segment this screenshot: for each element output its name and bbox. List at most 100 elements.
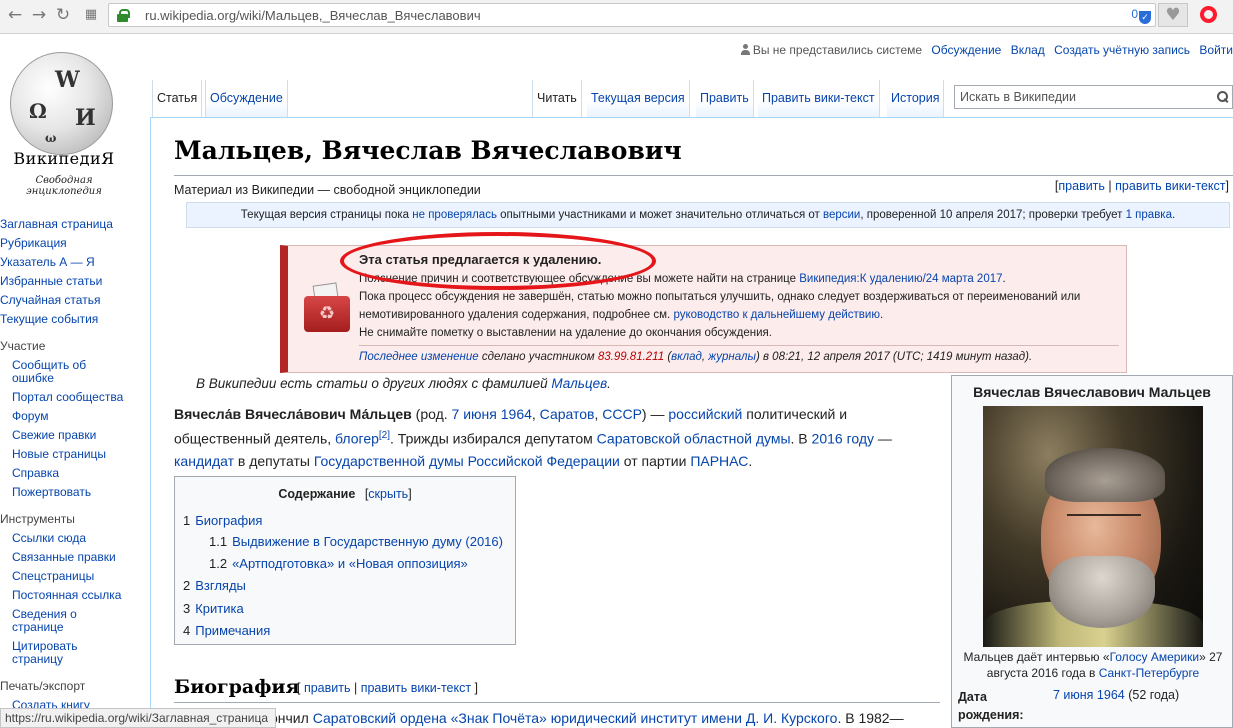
personal-talk-link[interactable]: Обсуждение: [931, 43, 1001, 57]
spb-link[interactable]: Санкт-Петербурге: [1099, 666, 1200, 680]
lead-text-4: ) —: [641, 406, 669, 422]
regional-duma-link[interactable]: Саратовской областной думы: [597, 431, 791, 447]
hatnote-end: .: [607, 376, 611, 391]
tab-article[interactable]: Статья: [152, 80, 203, 117]
year-2016-link[interactable]: 2016 году: [812, 431, 874, 447]
reload-icon[interactable]: ↻: [52, 4, 74, 26]
tab-read[interactable]: Читать: [532, 80, 582, 117]
sidebar-item-donate[interactable]: Пожертвовать: [0, 483, 150, 502]
tab-edit-source[interactable]: Править вики-текст: [758, 80, 880, 117]
tab-history[interactable]: История: [887, 80, 945, 117]
pending-edits-link[interactable]: 1 правка: [1126, 209, 1172, 221]
site-subtitle: Материал из Википедии — свободной энцикл…: [174, 183, 481, 197]
pending-version-link[interactable]: версии: [823, 209, 860, 221]
toc-entry[interactable]: 1.2 «Артподготовка» и «Новая оппозиция»: [209, 556, 468, 571]
toc-entry[interactable]: 1 Биография: [183, 513, 262, 528]
toc-hide-link[interactable]: скрыть: [368, 487, 408, 501]
saratov-link[interactable]: Саратов: [540, 406, 595, 422]
sidebar-item-new-pages[interactable]: Новые страницы: [0, 445, 150, 464]
voa-link[interactable]: Голосу Америки: [1110, 650, 1200, 664]
create-account-link[interactable]: Создать учётную запись: [1054, 43, 1190, 57]
address-bar[interactable]: ru.wikipedia.org/wiki/Мальцев,_Вячеслав_…: [108, 3, 1156, 27]
sidebar-item-help[interactable]: Справка: [0, 464, 150, 483]
sidebar-heading-print[interactable]: Печать/экспорт: [0, 677, 150, 696]
portrait-photo[interactable]: [983, 406, 1203, 647]
toc-link[interactable]: Выдвижение в Государственную думу (2016): [232, 534, 503, 549]
sidebar-item-related-changes[interactable]: Связанные правки: [0, 548, 150, 567]
editor-ip-link[interactable]: 83.99.81.211: [598, 351, 664, 363]
sidebar-item-cite-page[interactable]: Цитировать страницу: [0, 637, 90, 669]
sidebar-item-community-portal[interactable]: Портал сообщества: [0, 388, 150, 407]
sidebar-item-special-pages[interactable]: Спецстраницы: [0, 567, 150, 586]
toc-link[interactable]: Критика: [195, 601, 243, 616]
wikipedia-logo[interactable]: Ω И W ω ВикипедиЯ Свободная энциклопедия: [0, 44, 150, 197]
sidebar-item-index[interactable]: Указатель А — Я: [0, 253, 150, 272]
url-text[interactable]: ru.wikipedia.org/wiki/Мальцев,_Вячеслав_…: [145, 8, 481, 23]
birth-date-link[interactable]: 7 июня 1964: [452, 406, 532, 422]
afd-discussion-link[interactable]: Википедия:К удалению/24 марта 2017: [799, 273, 1002, 285]
toc-link[interactable]: Примечания: [195, 623, 270, 638]
speed-dial-grid-icon[interactable]: ▦: [80, 4, 102, 26]
separator: |: [1104, 179, 1116, 193]
sidebar-item-main-page[interactable]: Заглавная страница: [0, 215, 150, 234]
browser-toolbar: ← → ↻ ▦ ru.wikipedia.org/wiki/Мальцев,_В…: [0, 0, 1233, 34]
sidebar-heading-tools[interactable]: Инструменты: [0, 510, 150, 529]
search-input[interactable]: Искать в Википедии: [954, 85, 1233, 109]
sidebar-item-what-links-here[interactable]: Ссылки сюда: [0, 529, 150, 548]
section-edit-source-link[interactable]: править вики-текст: [361, 681, 471, 695]
opera-logo-icon[interactable]: [1200, 6, 1217, 23]
reference-2[interactable]: [2]: [379, 430, 390, 441]
edit-source-link[interactable]: править вики-текст: [1115, 179, 1225, 193]
sidebar-item-categories[interactable]: Рубрикация: [0, 234, 150, 253]
guidance-link[interactable]: руководство к дальнейшему действию: [673, 309, 880, 321]
edit-link[interactable]: править: [1058, 179, 1105, 193]
heart-bookmark-icon[interactable]: ♥: [1158, 3, 1188, 27]
bracket-close: ]: [471, 681, 479, 695]
extension-counter[interactable]: 0 ✓: [1131, 7, 1151, 24]
last-change-link[interactable]: Последнее изменение: [359, 351, 479, 363]
toc-link[interactable]: Взгляды: [195, 578, 246, 593]
toc-entry[interactable]: 1.1 Выдвижение в Государственную думу (20…: [209, 534, 503, 549]
lead-text-9: в депутаты: [234, 452, 314, 469]
puzzle-globe-icon: Ω И W ω: [10, 52, 113, 155]
login-link[interactable]: Войти: [1199, 43, 1233, 57]
toc-entry[interactable]: 2 Взгляды: [183, 578, 246, 593]
sidebar-heading-participation[interactable]: Участие: [0, 337, 150, 356]
sidebar-item-recent-changes[interactable]: Свежие правки: [0, 426, 150, 445]
toc-entry[interactable]: 4 Примечания: [183, 623, 270, 638]
russian-link[interactable]: российский: [668, 406, 742, 422]
toc-title: Содержание: [278, 487, 356, 501]
logs-link[interactable]: журналы: [708, 351, 756, 363]
tab-current-version[interactable]: Текущая версия: [587, 80, 690, 117]
candidate-link[interactable]: кандидат: [174, 453, 234, 469]
state-duma-link[interactable]: Государственной думы Российской Федераци…: [314, 453, 620, 469]
sidebar-item-random[interactable]: Случайная статья: [0, 291, 150, 310]
toc-link[interactable]: Биография: [195, 513, 262, 528]
forward-arrow-icon[interactable]: →: [28, 4, 50, 26]
sidebar-item-current-events[interactable]: Текущие события: [0, 310, 150, 329]
toc-link[interactable]: «Артподготовка» и «Новая оппозиция»: [232, 556, 468, 571]
sidebar-item-report-error[interactable]: Сообщить об ошибке: [0, 356, 90, 388]
deletion-p2-end: .: [879, 309, 884, 321]
sidebar-item-featured[interactable]: Избранные статьи: [0, 272, 150, 291]
back-arrow-icon[interactable]: ←: [4, 4, 26, 26]
blogger-link[interactable]: блогер: [335, 431, 379, 447]
pending-unreviewed-link[interactable]: не проверялась: [412, 209, 497, 221]
personal-contributions-link[interactable]: Вклад: [1011, 43, 1045, 57]
law-institute-link[interactable]: Саратовский ордена «Знак Почёта» юридиче…: [313, 710, 838, 726]
search-icon[interactable]: [1217, 91, 1228, 102]
toc-entry[interactable]: 3 Критика: [183, 601, 244, 616]
parnas-link[interactable]: ПАРНАС: [690, 453, 748, 469]
ussr-link[interactable]: СССР: [602, 406, 642, 422]
sidebar-item-page-info[interactable]: Сведения о странице: [0, 605, 90, 637]
not-logged-in-text: Вы не представились системе: [752, 43, 923, 57]
infobox-birth-link[interactable]: 7 июня 1964: [1053, 688, 1125, 702]
tab-edit[interactable]: Править: [696, 80, 754, 117]
sidebar-item-permanent-link[interactable]: Постоянная ссылка: [0, 586, 150, 605]
wordmark: ВикипедиЯ: [13, 149, 115, 168]
contrib-link[interactable]: вклад: [671, 351, 702, 363]
sidebar-item-forum[interactable]: Форум: [0, 407, 150, 426]
hatnote-disambig-link[interactable]: Мальцев: [551, 376, 607, 391]
tab-discussion[interactable]: Обсуждение: [205, 80, 288, 117]
section-edit-link[interactable]: править: [304, 681, 351, 695]
